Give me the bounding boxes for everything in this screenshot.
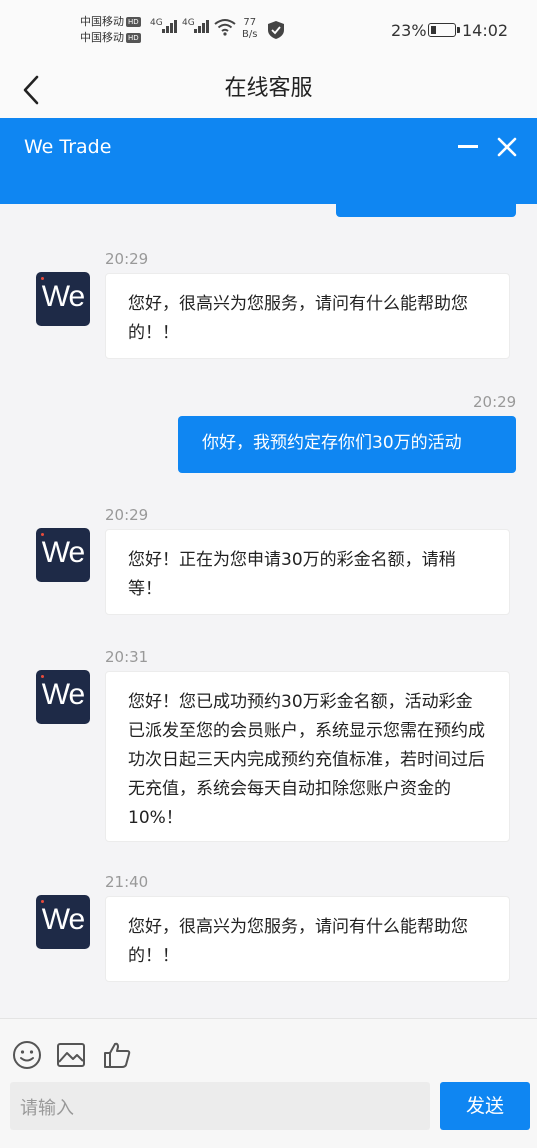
status-time: 14:02: [462, 21, 509, 40]
network-type-1: 4G: [150, 18, 163, 28]
message-time: 20:29: [105, 506, 149, 524]
agent-message-bubble: 您好，很高兴为您服务，请问有什么能帮助您的！！: [105, 273, 510, 359]
network-speed-unit: B/s: [242, 29, 258, 40]
agent-message-bubble: 您好！正在为您申请30万的彩金名额，请稍等！: [105, 529, 510, 615]
send-button[interactable]: 发送: [440, 1082, 530, 1130]
shield-icon: [268, 21, 284, 39]
carrier-2: 中国移动: [80, 31, 124, 44]
agent-message-bubble: 您好，很高兴为您服务，请问有什么能帮助您的！！: [105, 896, 510, 982]
message-time: 20:29: [473, 393, 517, 411]
smiley-icon[interactable]: [12, 1040, 42, 1070]
chat-header-title: We Trade: [24, 136, 112, 158]
close-icon[interactable]: [494, 134, 520, 160]
minimize-icon[interactable]: [458, 145, 478, 148]
nav-bar: 在线客服: [0, 62, 537, 118]
message-input[interactable]: 请输入: [10, 1082, 430, 1130]
user-message-bubble: 你好，我预约定存你们30万的活动: [178, 416, 516, 473]
battery-percent: 23%: [391, 21, 427, 40]
message-time: 20:29: [105, 250, 149, 268]
previous-message-bubble: [336, 204, 516, 217]
avatar-logo-text: We: [41, 536, 85, 569]
status-bar: 中国移动 HD 中国移动 HD 4G 4G 77 B/s 23% 14:02: [0, 0, 537, 62]
agent-message-bubble: 您好！您已成功预约30万彩金名额，活动彩金已派发至您的会员账户，系统显示您需在预…: [105, 671, 510, 842]
avatar-logo-text: We: [41, 280, 85, 313]
agent-avatar[interactable]: We: [36, 670, 90, 724]
agent-avatar[interactable]: We: [36, 272, 90, 326]
network-speed: 77 B/s: [242, 17, 257, 41]
signal-icon-2: [194, 20, 209, 33]
signal-icon-1: [162, 20, 177, 33]
image-icon[interactable]: [56, 1040, 86, 1070]
carrier-1: 中国移动: [80, 15, 124, 28]
message-time: 21:40: [105, 873, 149, 891]
network-speed-value: 77: [243, 17, 257, 28]
agent-avatar[interactable]: We: [36, 895, 90, 949]
wifi-icon: [214, 19, 236, 36]
battery-icon: [428, 23, 460, 37]
hd-badge-1: HD: [126, 17, 141, 27]
avatar-logo-text: We: [41, 903, 85, 936]
message-time: 20:31: [105, 648, 149, 666]
network-type-2: 4G: [182, 18, 195, 28]
page-title: 在线客服: [224, 76, 313, 101]
carrier-info: 中国移动 HD 中国移动 HD: [80, 14, 141, 46]
agent-avatar[interactable]: We: [36, 528, 90, 582]
chat-header-banner: We Trade: [0, 118, 537, 204]
avatar-logo-text: We: [41, 678, 85, 711]
thumbs-up-icon[interactable]: [102, 1040, 132, 1070]
hd-badge-2: HD: [126, 33, 141, 43]
battery-fill: [431, 26, 436, 34]
